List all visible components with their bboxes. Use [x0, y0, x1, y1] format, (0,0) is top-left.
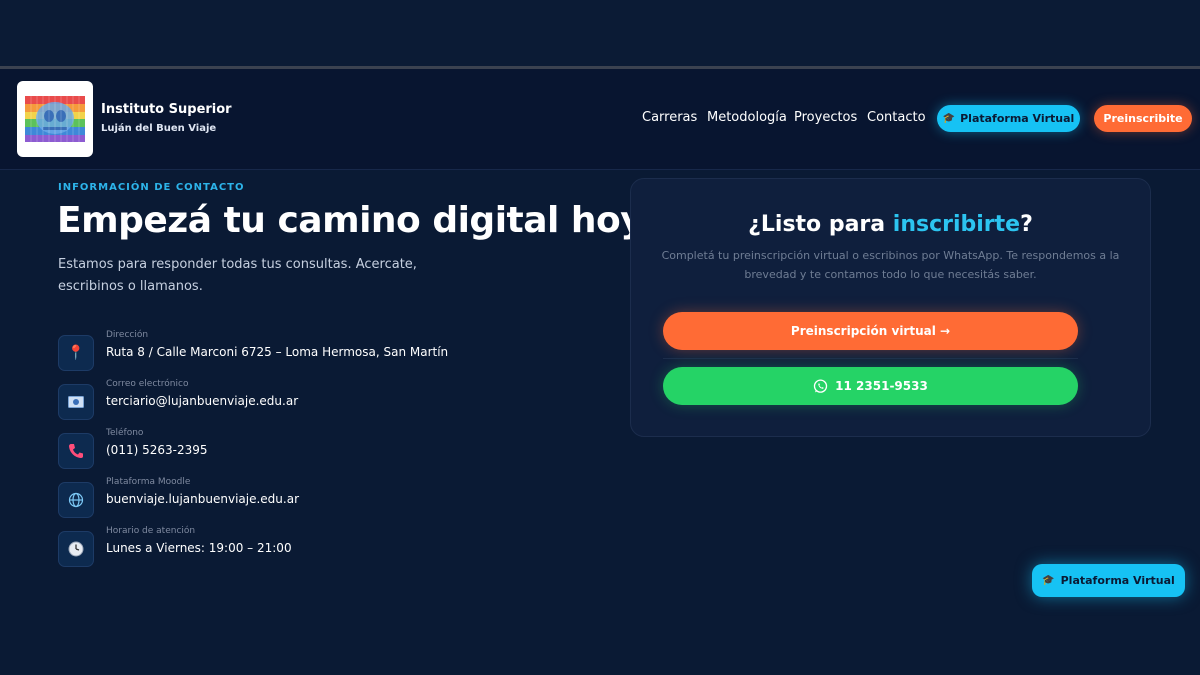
contact-value: Ruta 8 / Calle Marconi 6725 – Loma Hermo… [106, 345, 449, 359]
logo-image [25, 96, 85, 142]
enroll-button[interactable]: Preinscribite [1094, 105, 1192, 132]
nav-metodologia[interactable]: Metodología [707, 110, 787, 125]
button-divider [663, 358, 1078, 359]
preinscription-button[interactable]: Preinscripción virtual → [663, 312, 1078, 350]
brand-name: Instituto Superior [101, 102, 232, 117]
nav-proyectos[interactable]: Proyectos [794, 110, 857, 125]
lead-text: Estamos para responder todas tus consult… [58, 257, 417, 294]
card-title-suffix: ? [1020, 212, 1033, 237]
contact-value: Lunes a Viernes: 19:00 – 21:00 [106, 541, 292, 555]
contact-item-phone[interactable]: Teléfono (011) 5263-2395 [58, 428, 538, 469]
floating-platform-label: Plataforma Virtual [1060, 574, 1175, 587]
card-title-prefix: ¿Listo para [748, 212, 893, 237]
contact-label: Dirección [106, 330, 149, 340]
contact-item-moodle[interactable]: Plataforma Moodle buenviaje.lujanbuenvia… [58, 477, 538, 518]
whatsapp-button[interactable]: 11 2351-9533 [663, 367, 1078, 405]
graduation-cap-icon: 🎓 [942, 113, 956, 124]
globe-icon [58, 482, 94, 518]
graduation-cap-icon: 🎓 [1042, 575, 1055, 586]
contact-value[interactable]: buenviaje.lujanbuenviaje.edu.ar [106, 492, 299, 506]
page-title: Empezá tu camino digital hoy [57, 200, 644, 241]
site-header: Instituto Superior Luján del Buen Viaje … [0, 69, 1200, 170]
contact-item-hours: Horario de atención Lunes a Viernes: 19:… [58, 526, 538, 567]
brand-subtitle: Luján del Buen Viaje [101, 123, 217, 134]
nav-contacto[interactable]: Contacto [867, 110, 926, 125]
contact-label: Plataforma Moodle [106, 477, 191, 487]
contact-label: Correo electrónico [106, 379, 189, 389]
contact-item-email[interactable]: Correo electrónico terciario@lujanbuenvi… [58, 379, 538, 420]
top-band [0, 0, 1200, 66]
enroll-card: ¿Listo para inscribirte? Completá tu pre… [630, 178, 1151, 437]
pin-icon: 📍 [58, 335, 94, 371]
mail-icon [58, 384, 94, 420]
logo[interactable] [17, 81, 93, 157]
preinscription-button-label: Preinscripción virtual → [790, 324, 951, 338]
enroll-button-label: Preinscribite [1103, 112, 1183, 125]
whatsapp-button-label: 11 2351-9533 [835, 379, 928, 393]
contact-value[interactable]: terciario@lujanbuenviaje.edu.ar [106, 394, 298, 408]
clock-icon [58, 531, 94, 567]
contact-item-address: 📍 Dirección Ruta 8 / Calle Marconi 6725 … [58, 330, 538, 371]
card-title-highlight: inscribirte [892, 212, 1021, 237]
floating-platform-button[interactable]: 🎓 Plataforma Virtual [1032, 564, 1185, 597]
whatsapp-icon [814, 378, 828, 393]
section-eyebrow: INFORMACIÓN DE CONTACTO [58, 182, 245, 193]
card-title: ¿Listo para inscribirte? [631, 212, 1150, 237]
contact-label: Horario de atención [106, 526, 196, 536]
contact-label: Teléfono [106, 428, 144, 438]
nav-carreras[interactable]: Carreras [642, 110, 697, 125]
contact-value[interactable]: (011) 5263-2395 [106, 443, 208, 457]
phone-icon [58, 433, 94, 469]
platform-button-label: Plataforma Virtual [960, 112, 1075, 125]
platform-button[interactable]: 🎓 Plataforma Virtual [937, 105, 1080, 132]
card-description: Completá tu preinscripción virtual o esc… [661, 249, 1120, 281]
